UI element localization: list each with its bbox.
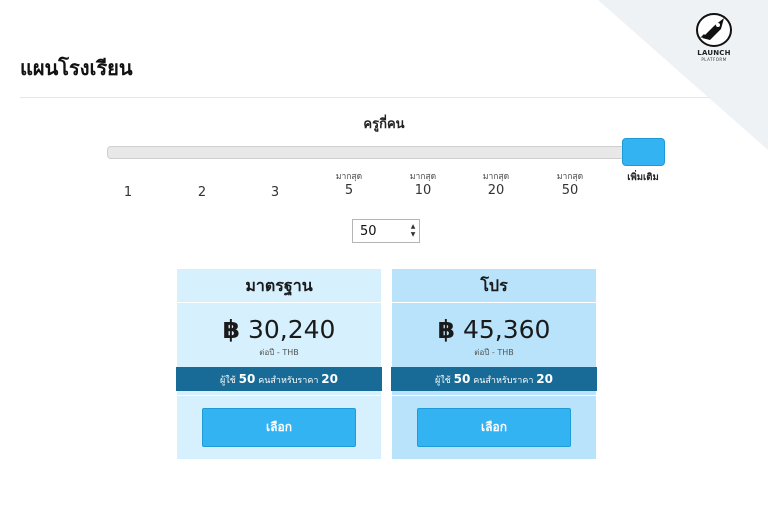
tick-prefix	[238, 171, 312, 183]
tick-more[interactable]: เพิ่มเติม	[606, 171, 680, 185]
tick-prefix	[165, 171, 239, 183]
tick-max-20[interactable]: มากสุด 20	[459, 171, 533, 199]
tick-value: 10	[414, 183, 432, 198]
select-standard-button[interactable]: เลือก	[202, 408, 356, 447]
band-prefix: ผู้ใช้	[220, 376, 236, 386]
tick-3[interactable]: 3	[238, 171, 312, 201]
band-users: 50	[453, 372, 471, 386]
rocket-icon	[696, 13, 732, 47]
tick-max-5[interactable]: มากสุด 5	[312, 171, 386, 199]
tick-value: 20	[487, 183, 505, 198]
tick-value: 2	[197, 185, 207, 200]
tick-max-50[interactable]: มากสุด 50	[533, 171, 607, 199]
teacher-count-stepper: ▲ ▼	[352, 219, 420, 243]
plan-card-pro: โปร ฿ 45,360 ต่อปี - THB ผู้ใช้ 50 คนสำห…	[391, 269, 597, 459]
plan-card-standard: มาตรฐาน ฿ 30,240 ต่อปี - THB ผู้ใช้ 50 ค…	[176, 269, 382, 459]
plan-name: มาตรฐาน	[177, 269, 381, 303]
tick-1[interactable]: 1	[91, 171, 165, 201]
spin-buttons: ▲ ▼	[407, 220, 419, 242]
band-price: 20	[536, 372, 553, 386]
increment-icon[interactable]: ▲	[411, 223, 416, 231]
tick-value: 50	[561, 183, 579, 198]
tick-prefix: มากสุด	[409, 172, 437, 182]
tick-value: 1	[123, 185, 133, 200]
tick-prefix	[91, 171, 165, 183]
slider-ticks: 1 2 3 มากสุด 5 มากสุด 10 มากสุด 20 มากสุ…	[91, 171, 701, 205]
tick-max-10[interactable]: มากสุด 10	[386, 171, 460, 199]
card-separator	[177, 395, 381, 396]
plan-name: โปร	[392, 269, 596, 303]
price-period: ต่อปี - THB	[259, 348, 299, 357]
select-pro-button[interactable]: เลือก	[417, 408, 571, 447]
slider-handle[interactable]	[622, 138, 665, 166]
tick-value: 3	[270, 185, 280, 200]
price-period: ต่อปี - THB	[474, 348, 514, 357]
slider-track[interactable]	[107, 146, 663, 159]
band-prefix: ผู้ใช้	[435, 376, 451, 386]
slider-label: ครูกี่คน	[363, 117, 405, 132]
users-band: ผู้ใช้ 50 คนสำหรับราคา 20	[176, 367, 382, 391]
users-band: ผู้ใช้ 50 คนสำหรับราคา 20	[391, 367, 597, 391]
brand-name: LAUNCH	[697, 49, 731, 57]
tick-prefix: มากสุด	[482, 172, 510, 182]
teacher-count-input[interactable]	[353, 220, 407, 242]
launch-logo: LAUNCH PLATFORM	[692, 12, 736, 66]
tick-value: 5	[344, 183, 354, 198]
plan-price: ฿ 30,240	[177, 315, 381, 345]
band-middle: คนสำหรับราคา	[473, 376, 534, 386]
tick-prefix: มากสุด	[556, 172, 584, 182]
band-price: 20	[321, 372, 338, 386]
tick-prefix: มากสุด	[335, 172, 363, 182]
page-title: แผนโรงเรียน	[20, 56, 133, 80]
decrement-icon[interactable]: ▼	[411, 231, 416, 239]
plan-price: ฿ 45,360	[392, 315, 596, 345]
price-value: 30,240	[247, 315, 336, 344]
header-divider	[20, 97, 710, 98]
brand-subtitle: PLATFORM	[701, 57, 727, 62]
band-middle: คนสำหรับราคา	[258, 376, 319, 386]
card-separator	[392, 395, 596, 396]
tick-value: เพิ่มเติม	[627, 172, 659, 183]
price-value: 45,360	[462, 315, 551, 344]
currency-symbol: ฿	[437, 315, 455, 344]
currency-symbol: ฿	[222, 315, 240, 344]
tick-2[interactable]: 2	[165, 171, 239, 201]
band-users: 50	[238, 372, 256, 386]
